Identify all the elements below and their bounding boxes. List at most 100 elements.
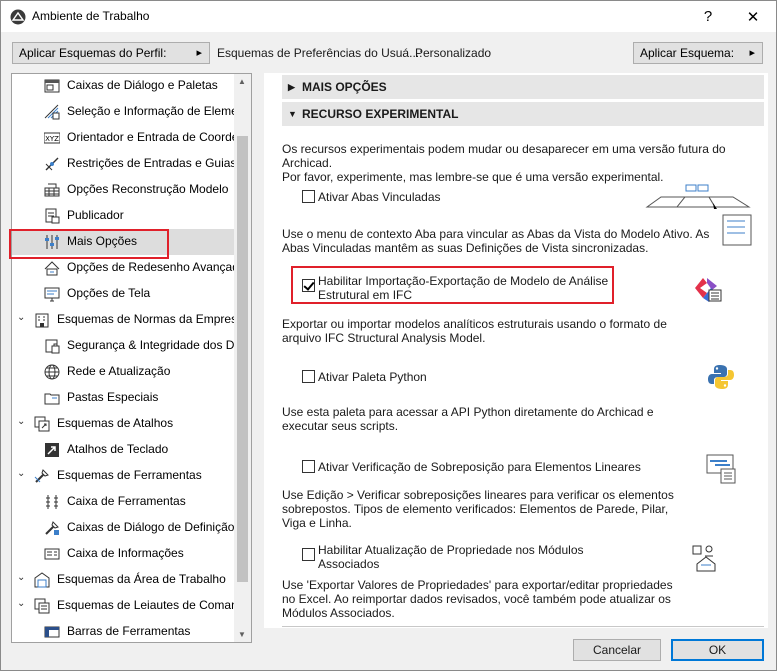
- svg-text:XYZ: XYZ: [45, 135, 59, 143]
- shortcut-scheme-icon: [34, 416, 50, 432]
- linear-overlap-description: Use Edição > Verificar sobreposições lin…: [282, 488, 752, 530]
- apply-scheme-button[interactable]: Aplicar Esquema: ▸: [633, 42, 763, 64]
- tree-item[interactable]: Rede e Atualização: [12, 359, 234, 385]
- options-panel: ▶ MAIS OPÇÕES ▼ RECURSO EXPERIMENTAL Os …: [264, 73, 768, 628]
- label-line: Estrutural em IFC: [318, 288, 413, 302]
- tree-item[interactable]: Seleção e Informação de Element: [12, 99, 248, 125]
- scroll-up-icon[interactable]: ▲: [238, 77, 246, 86]
- tree-item-label: Opções Reconstrução Modelo: [67, 182, 229, 196]
- info-box-icon: [44, 548, 60, 560]
- property-update-label[interactable]: Habilitar Atualização de Propriedade nos…: [318, 543, 584, 571]
- globe-icon: [44, 364, 60, 380]
- xyz-icon: XYZ: [44, 132, 60, 144]
- tree-item-label: Atalhos de Teclado: [67, 442, 169, 456]
- tree-item[interactable]: ⌄ Esquemas de Normas da Empresa: [12, 307, 244, 333]
- tree-item[interactable]: Barras de Ferramentas: [12, 619, 234, 642]
- property-update-description: Use 'Exportar Valores de Propriedades' p…: [282, 578, 752, 620]
- tree-item[interactable]: Publicador: [12, 203, 234, 229]
- cancel-button[interactable]: Cancelar: [573, 639, 661, 661]
- tree-item-label: Caixa de Ferramentas: [67, 494, 186, 508]
- more-options-header[interactable]: ▶ MAIS OPÇÕES: [282, 75, 764, 99]
- description-line: Viga e Linha.: [282, 516, 352, 530]
- tree-item[interactable]: Restrições de Entradas e Guias: [12, 151, 237, 177]
- tree-item[interactable]: Caixa de Informações: [12, 541, 234, 567]
- collapsed-triangle-icon: ▶: [288, 82, 295, 92]
- python-palette-checkbox[interactable]: [302, 370, 315, 383]
- close-button[interactable]: ✕: [730, 1, 776, 32]
- tree-item-label: Barras de Ferramentas: [67, 624, 191, 638]
- linear-overlap-label[interactable]: Ativar Verificação de Sobreposição para …: [318, 460, 641, 474]
- toolbox-icon: [46, 495, 58, 509]
- description-line: Use esta paleta para acessar a API Pytho…: [282, 405, 654, 419]
- experimental-header[interactable]: ▼ RECURSO EXPERIMENTAL: [282, 102, 764, 126]
- scroll-down-icon[interactable]: ▼: [238, 630, 246, 639]
- highlight-frame: [9, 229, 169, 259]
- workspace-icon: [34, 572, 50, 588]
- tree-item[interactable]: Pastas Especiais: [12, 385, 234, 411]
- keyboard-shortcut-icon: [45, 443, 59, 457]
- tree-item[interactable]: Opções Reconstrução Modelo: [12, 177, 234, 203]
- constraint-icon: [45, 157, 59, 171]
- overlap-check-icon: [706, 454, 736, 484]
- ifc-structural-checkbox[interactable]: [302, 279, 315, 292]
- tree-item-label: Opções de Redesenho Avançada: [67, 260, 246, 274]
- chevron-down-icon[interactable]: ⌄: [17, 468, 25, 479]
- tree-item[interactable]: XYZ Orientador e Entrada de Coorder: [12, 125, 242, 151]
- tree-item-label: Esquemas de Ferramentas: [57, 468, 202, 482]
- ifc-structural-label[interactable]: Habilitar Importação-Exportação de Model…: [318, 274, 608, 302]
- tool-settings-icon: [45, 521, 59, 535]
- apply-profile-schemes-label: Aplicar Esquemas do Perfil:: [19, 46, 167, 60]
- dropdown-arrow-icon: ▸: [749, 47, 755, 59]
- description-line: Exportar ou importar modelos analíticos …: [282, 317, 667, 331]
- footer-divider: [282, 626, 764, 627]
- description-line: Use Edição > Verificar sobreposições lin…: [282, 488, 674, 502]
- python-palette-description: Use esta paleta para acessar a API Pytho…: [282, 405, 752, 433]
- title-bar: Ambiente de Trabalho ? ✕: [1, 1, 776, 32]
- tree-item[interactable]: ⌄ Esquemas de Leiautes de Comando: [12, 593, 251, 619]
- expanded-triangle-icon: ▼: [288, 109, 297, 119]
- archicad-icon: [10, 9, 26, 25]
- rebuild-icon: [44, 183, 60, 197]
- tree-item[interactable]: Segurança & Integridade dos Da: [12, 333, 241, 359]
- tree-item[interactable]: ⌄ Esquemas de Ferramentas: [12, 463, 234, 489]
- tree-item-label: Esquemas da Área de Trabalho: [57, 572, 226, 586]
- tree-item-label: Segurança & Integridade dos Da: [67, 338, 242, 352]
- chevron-down-icon[interactable]: ⌄: [17, 598, 25, 609]
- linked-tabs-checkbox[interactable]: [302, 190, 315, 203]
- linked-tabs-description: Use o menu de contexto Aba para vincular…: [282, 227, 752, 255]
- chevron-down-icon[interactable]: ⌄: [17, 312, 25, 323]
- property-update-icon: [692, 545, 716, 572]
- dialog-icon: [44, 79, 60, 93]
- tree-item[interactable]: Opções de Tela: [12, 281, 234, 307]
- label-line: Associados: [318, 557, 380, 571]
- ok-button[interactable]: OK: [671, 639, 764, 661]
- tree-item-label: Pastas Especiais: [67, 390, 159, 404]
- tree-scrollbar[interactable]: ▲ ▼: [234, 74, 251, 642]
- company-icon: [35, 313, 49, 328]
- tool-scheme-icon: [34, 469, 49, 483]
- experimental-header-label: RECURSO EXPERIMENTAL: [302, 107, 459, 121]
- property-update-checkbox[interactable]: [302, 548, 315, 561]
- tree-item[interactable]: ⌄ Esquemas de Atalhos: [12, 411, 234, 437]
- tree-item-label: Esquemas de Normas da Empresa: [57, 312, 244, 326]
- help-button[interactable]: ?: [685, 1, 731, 32]
- tree-item-label: Seleção e Informação de Element: [67, 104, 248, 118]
- tree-item[interactable]: Atalhos de Teclado: [12, 437, 234, 463]
- linked-tabs-label[interactable]: Ativar Abas Vinculadas: [318, 190, 441, 204]
- chevron-down-icon[interactable]: ⌄: [17, 572, 25, 583]
- linear-overlap-checkbox[interactable]: [302, 460, 315, 473]
- tree-item-label: Restrições de Entradas e Guias: [67, 156, 237, 170]
- tree-item[interactable]: Caixa de Ferramentas: [12, 489, 234, 515]
- python-palette-label[interactable]: Ativar Paleta Python: [318, 370, 427, 384]
- description-line: Use 'Exportar Valores de Propriedades' p…: [282, 578, 673, 592]
- tree-item[interactable]: Caixas de Diálogo e Paletas: [12, 74, 234, 99]
- scroll-thumb[interactable]: [237, 136, 248, 582]
- tree-item-label: Caixas de Diálogo e Paletas: [67, 78, 218, 92]
- chevron-down-icon[interactable]: ⌄: [17, 416, 25, 427]
- description-line: sobrepostos. Tipos de elemento verificad…: [282, 502, 669, 516]
- tree-item[interactable]: ⌄ Esquemas da Área de Trabalho: [12, 567, 234, 593]
- dropdown-arrow-icon: ▸: [196, 47, 202, 59]
- tree-item[interactable]: Caixas de Diálogo de Definição d: [12, 515, 244, 541]
- apply-profile-schemes-button[interactable]: Aplicar Esquemas do Perfil: ▸: [12, 42, 210, 64]
- tree-item-label: Orientador e Entrada de Coorder: [67, 130, 243, 144]
